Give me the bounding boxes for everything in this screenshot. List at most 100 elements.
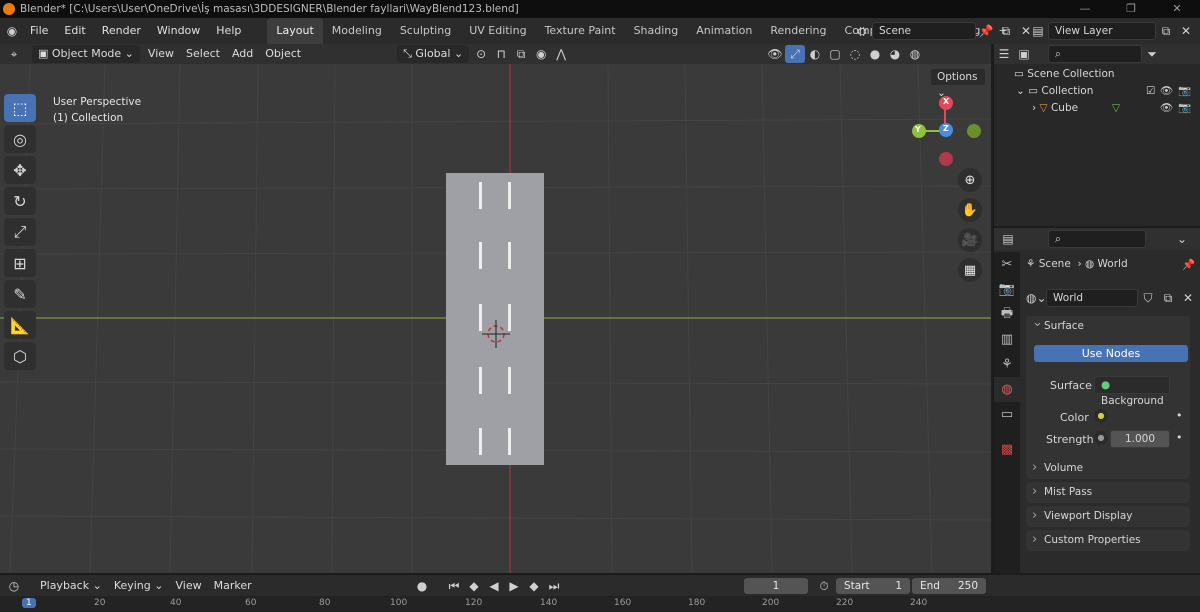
unlink-world-icon[interactable]: ✕ bbox=[1178, 289, 1198, 307]
texture-tab-icon[interactable]: ▩ bbox=[994, 437, 1020, 462]
end-frame-field[interactable]: End 250 bbox=[912, 578, 986, 594]
properties-search-input[interactable]: ⌕ bbox=[1048, 230, 1146, 248]
delete-view-layer-icon[interactable]: ✕ bbox=[1176, 22, 1196, 40]
rendered-shading-icon[interactable]: ◍ bbox=[905, 45, 925, 63]
menu-window[interactable]: Window bbox=[149, 18, 208, 44]
strength-socket-icon[interactable]: ● bbox=[1094, 431, 1108, 445]
record-icon[interactable]: ● bbox=[412, 577, 432, 595]
properties-editor-icon[interactable]: ▤ bbox=[998, 230, 1018, 248]
surface-panel-header[interactable]: Surface bbox=[1026, 316, 1190, 337]
3d-viewport[interactable]: User Perspective (1) Collection X Y Z ⊕ … bbox=[0, 64, 991, 573]
falloff-icon[interactable]: ⋀ bbox=[551, 45, 571, 63]
solid-shading-icon[interactable]: ● bbox=[865, 45, 885, 63]
collection-row[interactable]: ⌄ ▭ Collection ☑ 👁 📷 bbox=[994, 83, 1200, 100]
menu-timeline-view[interactable]: View bbox=[169, 575, 207, 597]
exclude-checkbox-icon[interactable]: ☑ bbox=[1146, 83, 1155, 100]
start-frame-field[interactable]: Start 1 bbox=[836, 578, 910, 594]
menu-edit[interactable]: Edit bbox=[56, 18, 93, 44]
collection-tab-icon[interactable]: ▭ bbox=[994, 402, 1020, 427]
world-browse-icon[interactable]: ◍⌄ bbox=[1026, 289, 1047, 307]
timeline-editor-icon[interactable]: ◷ bbox=[4, 577, 24, 595]
pivot-point-icon[interactable]: ⊙ bbox=[471, 45, 491, 63]
outliner-search-input[interactable]: ⌕ bbox=[1048, 45, 1142, 63]
outliner-editor-icon[interactable]: ☰ bbox=[994, 45, 1014, 63]
maximize-button[interactable]: ❐ bbox=[1108, 0, 1154, 18]
volume-panel[interactable]: Volume bbox=[1026, 458, 1190, 479]
menu-help[interactable]: Help bbox=[208, 18, 249, 44]
new-scene-icon[interactable]: ⧉ bbox=[996, 22, 1016, 40]
pin-icon[interactable]: 📌 bbox=[976, 22, 996, 40]
prev-keyframe-icon[interactable]: ◆ bbox=[464, 577, 484, 595]
cursor-icon[interactable]: ◎ bbox=[4, 125, 36, 153]
viewport-display-panel[interactable]: Viewport Display bbox=[1026, 506, 1190, 527]
render-camera-icon[interactable]: 📷 bbox=[1178, 83, 1191, 100]
mode-dropdown[interactable]: ▣ Object Mode ⌄ bbox=[32, 45, 140, 63]
cube-render-camera-icon[interactable]: 📷 bbox=[1178, 100, 1191, 117]
scale-icon[interactable]: ⤢ bbox=[4, 218, 36, 246]
fake-user-shield-icon[interactable]: ⛉ bbox=[1138, 289, 1158, 307]
view-layer-icon[interactable]: ▤ bbox=[1028, 22, 1048, 40]
menu-playback[interactable]: Playback ⌄ bbox=[34, 575, 108, 597]
view-layer-tab-icon[interactable]: ▥ bbox=[994, 327, 1020, 352]
menu-view[interactable]: View bbox=[142, 44, 180, 64]
tab-layout[interactable]: Layout bbox=[267, 18, 323, 44]
strength-keyframe-dot-icon[interactable]: • bbox=[1176, 431, 1183, 444]
view-layer-field[interactable]: View Layer bbox=[1048, 22, 1156, 40]
strength-value-field[interactable]: 1.000 bbox=[1110, 430, 1170, 448]
tab-texture-paint[interactable]: Texture Paint bbox=[536, 18, 625, 44]
custom-properties-panel[interactable]: Custom Properties bbox=[1026, 530, 1190, 551]
surface-shader-field[interactable]: ● Background bbox=[1094, 376, 1170, 407]
menu-object[interactable]: Object bbox=[259, 44, 307, 64]
tab-uv-editing[interactable]: UV Editing bbox=[460, 18, 535, 44]
proportional-edit-icon[interactable]: ◉ bbox=[531, 45, 551, 63]
move-icon[interactable]: ✥ bbox=[4, 156, 36, 184]
current-frame-field[interactable]: 1 bbox=[744, 578, 808, 594]
menu-add[interactable]: Add bbox=[226, 44, 259, 64]
wireframe-shading-icon[interactable]: ◌ bbox=[845, 45, 865, 63]
color-socket-icon[interactable]: ● bbox=[1094, 409, 1108, 423]
render-tab-icon[interactable]: 📷 bbox=[994, 277, 1020, 302]
menu-render[interactable]: Render bbox=[94, 18, 149, 44]
tab-shading[interactable]: Shading bbox=[625, 18, 688, 44]
scene-field[interactable]: Scene bbox=[872, 22, 976, 40]
zoom-icon[interactable]: ⊕ bbox=[958, 168, 982, 192]
next-keyframe-icon[interactable]: ◆ bbox=[524, 577, 544, 595]
jump-start-icon[interactable]: ⏮ bbox=[444, 577, 464, 595]
tab-animation[interactable]: Animation bbox=[687, 18, 761, 44]
stopwatch-icon[interactable]: ⏱ bbox=[814, 577, 834, 595]
mesh-data-icon[interactable]: ▽ bbox=[1112, 100, 1120, 117]
play-reverse-icon[interactable]: ◀ bbox=[484, 577, 504, 595]
xray-icon[interactable]: ▢ bbox=[825, 45, 845, 63]
select-box-icon[interactable]: ⬚ bbox=[4, 94, 36, 122]
menu-marker[interactable]: Marker bbox=[208, 575, 258, 597]
visibility-icon[interactable]: 👁 bbox=[765, 45, 785, 63]
camera-view-icon[interactable]: 🎥 bbox=[958, 228, 982, 252]
tool-tab-icon[interactable]: ✂ bbox=[994, 252, 1020, 277]
cube-row[interactable]: › ▽ Cube ▽ 👁 📷 bbox=[994, 100, 1200, 117]
options-dropdown[interactable]: Options ⌄ bbox=[930, 68, 986, 99]
snap-target-icon[interactable]: ⧉ bbox=[511, 45, 531, 63]
rotate-icon[interactable]: ↻ bbox=[4, 187, 36, 215]
menu-select[interactable]: Select bbox=[180, 44, 226, 64]
pin-icon[interactable]: 📌 bbox=[1182, 258, 1195, 271]
play-icon[interactable]: ▶ bbox=[504, 577, 524, 595]
jump-end-icon[interactable]: ⏭ bbox=[544, 577, 564, 595]
blender-menu-icon[interactable]: ◉ bbox=[2, 22, 22, 40]
filter-icon[interactable]: ⏷ bbox=[1142, 45, 1162, 63]
world-name-field[interactable]: World bbox=[1046, 289, 1138, 307]
cube-visibility-eye-icon[interactable]: 👁 bbox=[1160, 100, 1173, 117]
menu-keying[interactable]: Keying ⌄ bbox=[108, 575, 170, 597]
snap-icon[interactable]: ⊓ bbox=[491, 45, 511, 63]
overlay-toggle-icon[interactable]: ◐ bbox=[805, 45, 825, 63]
use-nodes-button[interactable]: Use Nodes bbox=[1034, 345, 1188, 362]
transform-orientation-dropdown[interactable]: ⤡ Global ⌄ bbox=[397, 45, 470, 63]
tab-modeling[interactable]: Modeling bbox=[323, 18, 391, 44]
add-cube-icon[interactable]: ⬡ bbox=[4, 342, 36, 370]
mist-pass-panel[interactable]: Mist Pass bbox=[1026, 482, 1190, 503]
annotate-icon[interactable]: ✎ bbox=[4, 280, 36, 308]
duplicate-world-icon[interactable]: ⧉ bbox=[1158, 289, 1178, 307]
measure-icon[interactable]: 📐 bbox=[4, 311, 36, 339]
transform-icon[interactable]: ⊞ bbox=[4, 249, 36, 277]
pan-hand-icon[interactable]: ✋ bbox=[958, 198, 982, 222]
scene-icon[interactable]: ⛭ bbox=[852, 22, 872, 40]
